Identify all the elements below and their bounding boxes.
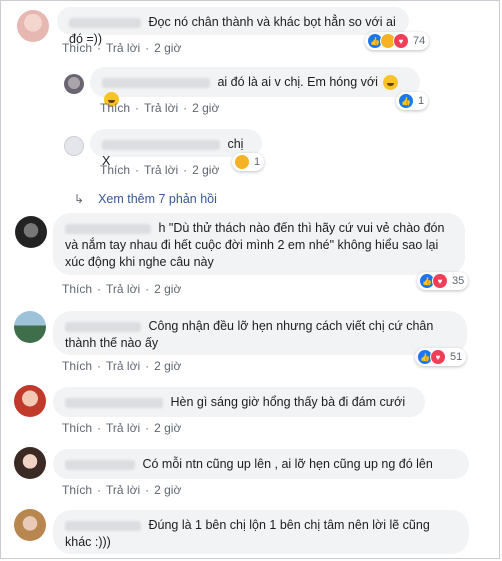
reply-actions: Thích · Trả lời · 2 giờ [100,163,220,177]
like-link[interactable]: Thích [62,359,92,373]
reply-link[interactable]: Trả lời [106,282,140,296]
timestamp[interactable]: 2 giờ [154,421,181,435]
like-link[interactable]: Thích [62,41,92,55]
comment-bubble: Có mỗi ntn cũng up lên , ai lỡ hẹn cũng … [53,449,469,479]
reaction-summary[interactable]: 👍 ♥ 51 [415,348,467,366]
like-link[interactable]: Thích [100,101,130,115]
comment-bubble: Đọc nó chân thành và khác bọt hẳn so với… [57,7,409,46]
redacted-name [69,17,141,28]
reply-bubble: chị X [90,129,262,168]
comment-actions: Thích · Trả lời · 2 giờ [62,282,182,296]
like-link[interactable]: Thích [62,282,92,296]
avatar[interactable] [14,447,46,479]
timestamp[interactable]: 2 giờ [192,163,219,177]
comment-text: Hèn gì sáng giờ hổng thấy bà đi đám cưới [170,395,406,409]
comment-bubble: Đúng là 1 bên chị lộn 1 bên chị tâm nên … [53,510,469,554]
reaction-summary[interactable]: 👍 1 [396,92,429,110]
redacted-name [102,139,220,150]
comment-actions: Thích · Trả lời · 2 giờ [62,421,182,435]
like-link[interactable]: Thích [100,163,130,177]
redacted-name [65,223,151,234]
reaction-summary[interactable]: 1 [232,153,265,171]
like-link[interactable]: Thích [62,421,92,435]
reply-arrow-icon: ↳ [74,192,85,206]
timestamp[interactable]: 2 giờ [192,101,219,115]
reply-link[interactable]: Trả lời [106,359,140,373]
love-reaction-icon: ♥ [432,273,448,289]
avatar[interactable] [14,311,46,343]
comment-actions: Thích · Trả lời · 2 giờ [62,483,182,497]
reply-link[interactable]: Trả lời [106,41,140,55]
reply-link[interactable]: Trả lời [144,163,178,177]
comment-actions: Thích · Trả lời · 2 giờ [62,359,182,373]
redacted-name [65,459,135,470]
grin-emoji-icon [383,75,399,91]
avatar[interactable] [15,216,47,248]
reaction-count: 74 [413,35,426,47]
reaction-count: 35 [452,275,465,287]
comment-bubble: Công nhận đều lỡ hẹn nhưng cách viết chị… [53,311,467,355]
reaction-count: 1 [418,95,425,107]
redacted-name [65,321,141,332]
reaction-summary[interactable]: 👍 ♥ 35 [417,272,469,290]
redacted-name [65,520,141,531]
like-link[interactable]: Thích [62,483,92,497]
avatar[interactable] [64,136,84,156]
reply-link[interactable]: Trả lời [144,101,178,115]
comment-panel: Đọc nó chân thành và khác bọt hẳn so với… [0,0,500,559]
reaction-count: 1 [254,156,261,168]
like-reaction-icon: 👍 [398,93,414,109]
view-more-replies-link[interactable]: ↳ Xem thêm 7 phản hồi [74,192,217,206]
reply-bubble: ai đó là ai v chị. Em hóng với [90,67,420,108]
love-reaction-icon: ♥ [430,349,446,365]
timestamp[interactable]: 2 giờ [154,41,181,55]
avatar[interactable] [64,74,84,94]
avatar[interactable] [14,385,46,417]
timestamp[interactable]: 2 giờ [154,483,181,497]
haha-reaction-icon [234,154,250,170]
comment-text: Có mỗi ntn cũng up lên , ai lỡ hẹn cũng … [142,457,433,471]
comment-bubble: h "Dù thử thách nào đến thì hãy cứ vui v… [53,213,465,275]
timestamp[interactable]: 2 giờ [154,282,181,296]
avatar[interactable] [14,509,46,541]
view-more-replies-label: Xem thêm 7 phản hồi [98,192,217,206]
comment-actions: Thích · Trả lời · 2 giờ [62,41,182,55]
reaction-summary[interactable]: 👍 ♥ 74 [365,32,430,50]
reply-text: ai đó là ai v chị. Em hóng với [217,75,378,89]
reply-link[interactable]: Trả lời [106,421,140,435]
avatar[interactable] [17,10,49,42]
reply-actions: Thích · Trả lời · 2 giờ [100,101,220,115]
redacted-name [65,397,163,408]
reply-link[interactable]: Trả lời [106,483,140,497]
redacted-name [102,77,210,88]
love-reaction-icon: ♥ [393,33,409,49]
timestamp[interactable]: 2 giờ [154,359,181,373]
reaction-count: 51 [450,351,463,363]
comment-bubble: Hèn gì sáng giờ hổng thấy bà đi đám cưới [53,387,425,417]
